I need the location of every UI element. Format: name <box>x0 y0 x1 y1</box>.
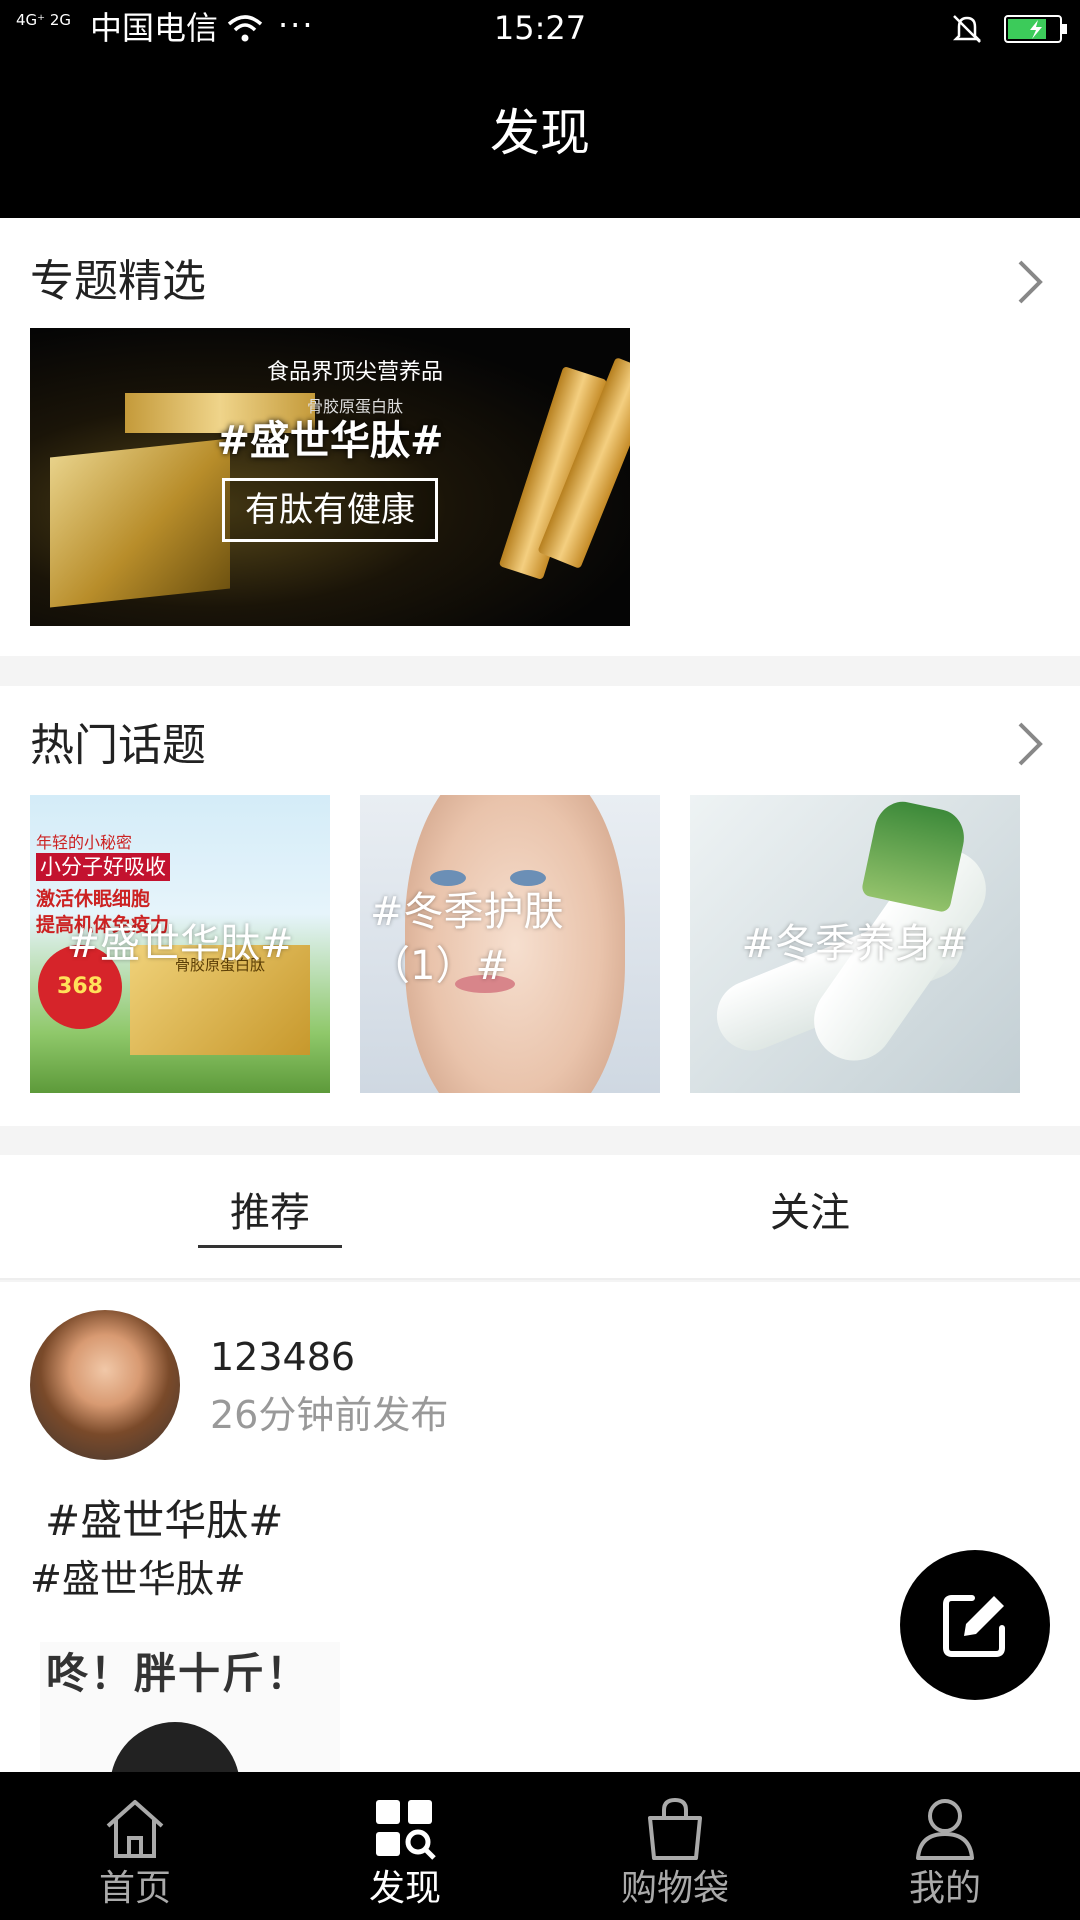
tab-following[interactable]: 关注 <box>710 1185 910 1241</box>
bottom-navigation: 首页 发现 购物袋 我的 <box>0 1772 1080 1920</box>
nav-label: 首页 <box>98 1868 171 1909</box>
post-image-caption: 咚！胖十斤！ <box>46 1649 311 1698</box>
active-tab-indicator <box>198 1245 342 1248</box>
edit-icon <box>943 1595 1005 1657</box>
battery-icon <box>1004 15 1067 43</box>
user-icon <box>916 1799 974 1860</box>
page-title: 发现 <box>490 104 590 162</box>
top-bar: 发现 <box>0 58 1080 218</box>
topic-card[interactable]: 年轻的小秘密 小分子好吸收 激活休眠细胞 提高机体免疫力 368 骨胶原蛋白肽 … <box>30 795 330 1093</box>
chevron-right-icon[interactable] <box>1012 718 1046 770</box>
card-image-caption: 激活休眠细胞 <box>36 888 151 910</box>
eye-image <box>510 870 546 886</box>
topic-card[interactable]: #冬季养身# <box>690 795 1020 1093</box>
post-image[interactable]: 咚！胖十斤！ <box>40 1642 340 1772</box>
tab-recommend[interactable]: 推荐 <box>170 1185 370 1241</box>
compose-button[interactable] <box>900 1550 1050 1700</box>
post-username[interactable]: 123486 <box>210 1332 355 1382</box>
card-image-caption: 小分子好吸收 <box>36 853 170 881</box>
shopping-bag-icon <box>648 1797 702 1860</box>
feed-tabs: 推荐 关注 <box>0 1155 1080 1280</box>
hot-topics-title: 热门话题 <box>30 720 206 771</box>
avatar[interactable] <box>30 1310 180 1460</box>
clock: 15:27 <box>493 9 587 47</box>
nav-home[interactable]: 首页 <box>0 1772 270 1920</box>
home-icon <box>106 1800 164 1858</box>
post-image-figure <box>110 1722 240 1772</box>
nav-label: 购物袋 <box>620 1868 729 1909</box>
eye-image <box>430 870 466 886</box>
status-bar: 4G⁺ 2G 中国电信 ··· 15:27 <box>0 0 1080 58</box>
post-topic-tag[interactable]: #盛世华肽# <box>45 1492 283 1550</box>
nav-profile[interactable]: 我的 <box>810 1772 1080 1920</box>
topic-card[interactable]: #冬季护肤（1）# <box>360 795 660 1093</box>
topic-label: #冬季护肤（1）# <box>370 889 564 989</box>
featured-banner[interactable]: 食品界顶尖营养品 骨胶原蛋白肽 #盛世华肽# 有肽有健康 <box>30 328 630 626</box>
discover-icon <box>376 1800 436 1860</box>
banner-hashtag: #盛世华肽# <box>216 418 444 464</box>
featured-title: 专题精选 <box>30 256 206 307</box>
bell-muted-icon <box>952 15 982 43</box>
banner-headline: 食品界顶尖营养品 <box>266 360 443 385</box>
nav-discover[interactable]: 发现 <box>270 1772 540 1920</box>
topic-label: #冬季养身# <box>741 921 969 967</box>
post-card[interactable]: 123486 26分钟前发布 #盛世华肽# #盛世华肽# 咚！胖十斤！ <box>0 1282 1080 1772</box>
nav-label: 发现 <box>368 1868 441 1909</box>
nav-shopping-bag[interactable]: 购物袋 <box>540 1772 810 1920</box>
nav-label: 我的 <box>908 1868 981 1909</box>
post-time: 26分钟前发布 <box>210 1393 449 1437</box>
banner-slogan: 有肽有健康 <box>222 478 438 542</box>
card-image-caption: 年轻的小秘密 <box>36 833 133 852</box>
chevron-right-icon[interactable] <box>1012 256 1046 308</box>
topic-label: #盛世华肽# <box>66 921 294 967</box>
post-body-text: #盛世华肽# <box>30 1557 246 1601</box>
